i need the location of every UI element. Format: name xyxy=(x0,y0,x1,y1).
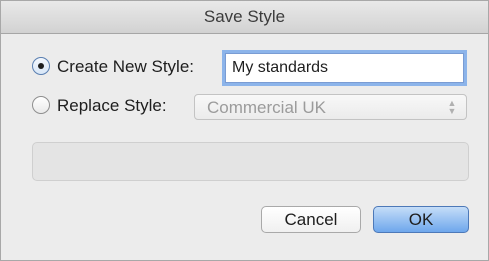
chevron-up-down-icon: ▲ ▼ xyxy=(447,98,457,116)
create-new-style-radio[interactable] xyxy=(32,57,50,75)
replace-style-select-value: Commercial UK xyxy=(207,98,327,117)
create-new-style-row: Create New Style: xyxy=(1,53,488,83)
replace-style-radio[interactable] xyxy=(32,96,50,114)
style-description-box xyxy=(32,142,469,181)
save-style-dialog: Save Style Create New Style: Replace Sty… xyxy=(0,0,489,261)
replace-style-select[interactable]: Commercial UK ▲ ▼ xyxy=(194,94,467,120)
dialog-title: Save Style xyxy=(203,7,286,26)
new-style-name-input[interactable] xyxy=(225,53,464,83)
ok-button[interactable]: OK xyxy=(373,206,469,233)
create-new-style-label[interactable]: Create New Style: xyxy=(57,57,194,77)
replace-style-row: Replace Style: Commercial UK ▲ ▼ xyxy=(1,92,488,122)
replace-style-label[interactable]: Replace Style: xyxy=(57,96,167,116)
cancel-button[interactable]: Cancel xyxy=(261,206,361,233)
title-bar: Save Style xyxy=(1,1,488,34)
radio-selected-dot xyxy=(38,63,44,69)
